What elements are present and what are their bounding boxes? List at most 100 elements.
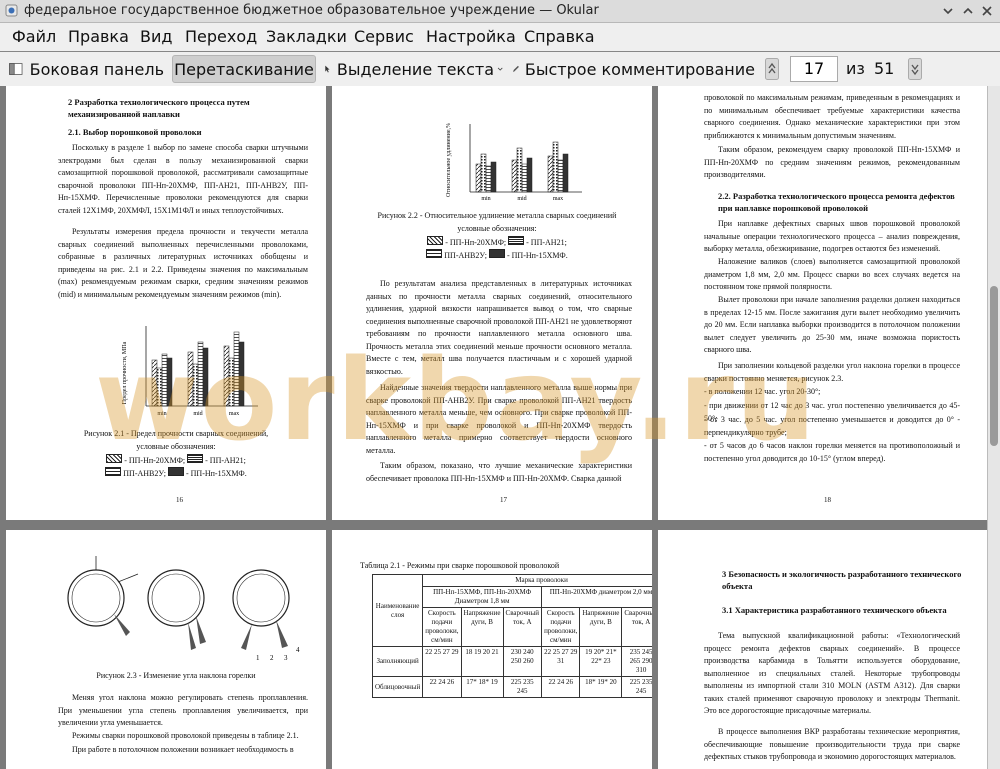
table-sub-current-1: Сварочный ток, А (502, 607, 543, 647)
page16-chart-cat-mid: mid (193, 411, 202, 417)
document-page-20: Таблица 2.1 - Режимы при сварке порошков… (332, 530, 652, 769)
chevron-down-icon[interactable] (497, 63, 503, 75)
document-page-19: 1 2 3 4 Рисунок 2.3 - Изменение угла нак… (6, 530, 326, 769)
drag-mode-button[interactable]: Перетаскивание (172, 55, 316, 83)
page16-strength-chart: Предел прочности, МПа min mid max (122, 326, 258, 417)
page16-caption-legend-title: условные обозначения: (136, 442, 216, 451)
table-sub-voltage-1: Напряжение дуги, В (460, 607, 504, 647)
page16-chart-cat-max: max (229, 411, 239, 417)
page16-para2: Результаты измерения предела прочности и… (58, 227, 308, 299)
pen-icon (513, 65, 520, 73)
cursor-arrow-icon (325, 65, 330, 73)
drag-mode-label: Перетаскивание (174, 59, 314, 79)
document-page-21: 3 Безопасность и экологичность разработа… (658, 530, 987, 769)
table-group2: ПП-Нп-20ХМФ диаметром 2,0 мм (541, 586, 652, 608)
page17-number: 17 (500, 496, 507, 504)
document-page-18: проволокой по максимальным режимам, прив… (658, 86, 987, 520)
table-sub-speed-1: Скорость подачи проволоки, см/мин (422, 607, 462, 647)
page19-fig-label-1: 1 (256, 654, 260, 662)
page19-torch-angle-figure: 1 2 3 4 (67, 556, 300, 662)
table-col-layer: Наименование слоя (371, 574, 424, 647)
sidebar-toggle-button[interactable]: Боковая панель (8, 55, 164, 83)
table-sub-speed-2: Скорость подачи проволоки, см/мин (541, 607, 581, 647)
quick-comment-button[interactable]: Быстрое комментирование (497, 55, 755, 83)
page19-fig-label-2: 2 (270, 654, 274, 662)
page19-fig-label-4: 4 (296, 646, 300, 654)
page16-para1: Поскольку в разделе 1 выбор по замене сп… (58, 143, 308, 215)
page-total: 51 (874, 59, 895, 78)
page16-subheading: 2.1. Выбор порошковой проволоки (68, 127, 202, 137)
document-viewport[interactable]: 2 Разработка технологического процесса п… (0, 86, 1000, 769)
page17-para3: Таким образом, показано, что лучшие меха… (366, 461, 632, 483)
page17-para2: Найденные значения твердости наплавленно… (366, 383, 632, 455)
page17-para1: По результатам анализа представленных в … (366, 279, 632, 376)
page21-para1: Тема выпускной квалификационной работы: … (704, 631, 960, 715)
page20-table-title: Таблица 2.1 - Режимы при сварке порошков… (360, 561, 560, 570)
close-icon[interactable] (979, 3, 995, 19)
table-row: Заполняющий 22 25 27 29 18 19 20 21 230 … (371, 646, 652, 677)
document-page-16: 2 Разработка технологического процесса п… (6, 86, 326, 520)
page17-chart-ylabel: Относительное удлинение,% (446, 123, 452, 197)
page18-para2: Таким образом, рекомендуем сварку провол… (704, 145, 960, 179)
page17-caption-legend-title: условные обозначения: (457, 224, 537, 233)
page18-item4: - от 5 часов до 6 часов наклон горелки м… (704, 441, 960, 463)
page18-para4: Наложение валиков (слоев) выполняется са… (704, 257, 960, 291)
page16-caption: Рисунок 2.1 - Предел прочности сварных с… (83, 429, 269, 438)
menu-bookmarks[interactable]: Закладки (266, 27, 347, 46)
menu-bar: Файл Правка Вид Переход Закладки Сервис … (0, 23, 1000, 51)
sidebar-icon (9, 63, 23, 75)
page21-subheading: 3.1 Характеристика разработанного технич… (722, 605, 947, 615)
minimize-icon[interactable] (940, 3, 956, 19)
menu-view[interactable]: Вид (140, 27, 172, 46)
quick-comment-label: Быстрое комментирование (524, 59, 755, 79)
page18-para5: Вылет проволоки при начале заполнения ра… (704, 295, 960, 354)
page17-chart-cat-max: max (553, 196, 563, 202)
page17-legend-row2: ПП-АНВ2У; - ПП-Нп-15ХМФ. (362, 249, 632, 262)
menu-settings[interactable]: Настройка (426, 27, 516, 46)
table-sub-voltage-2: Напряжение дуги, В (579, 607, 623, 647)
scrollbar-thumb[interactable] (990, 286, 998, 446)
page-number-input[interactable]: 17 (790, 56, 838, 82)
page19-para1: Меняя угол наклона можно регулировать ст… (58, 693, 308, 727)
menu-tools[interactable]: Сервис (354, 27, 414, 46)
maximize-icon[interactable] (960, 3, 976, 19)
page21-para2: В процессе выполнения ВКР разработаны те… (704, 727, 960, 761)
menu-help[interactable]: Справка (524, 27, 595, 46)
page18-para1: проволокой по максимальным режимам, прив… (704, 93, 960, 140)
page18-number: 18 (824, 496, 831, 504)
page17-chart-cat-mid: mid (517, 196, 526, 202)
window-title: федеральное государственное бюджетное об… (24, 3, 599, 18)
table-col-brand: Марка проволоки (422, 574, 652, 587)
page16-chart-bars (151, 331, 245, 407)
title-bar: федеральное государственное бюджетное об… (0, 0, 1000, 23)
page16-chart-ylabel: Предел прочности, МПа (122, 341, 128, 404)
page17-caption: Рисунок 2.2 - Относительное удлинение ме… (377, 211, 617, 220)
page18-para6: При заполнении кольцевой разделки угол н… (704, 361, 960, 383)
table-sub-current-2: Сварочный ток, А (621, 607, 652, 647)
menu-go[interactable]: Переход (185, 27, 257, 46)
page-of-label: из (846, 59, 865, 78)
next-page-icon[interactable] (908, 58, 922, 80)
page19-para3: При работе в потолочном положении возник… (72, 745, 294, 754)
page17-elongation-chart: Относительное удлинение,% min mid max (446, 123, 582, 202)
page19-para2: Режимы сварки порошковой проволокой прив… (72, 731, 299, 740)
text-select-button[interactable]: Выделение текста (324, 55, 494, 83)
sidebar-toggle-label: Боковая панель (29, 59, 164, 79)
page16-chart-cat-min: min (157, 411, 166, 417)
page16-legend-row1: - ПП-Нп-20ХМФ; - ПП-АН21; (46, 454, 306, 467)
page17-chart-bars (475, 141, 569, 193)
table-row: Облицовочный 22 24 26 17* 18* 19 225 235… (371, 676, 652, 698)
vertical-scrollbar[interactable] (987, 86, 1000, 769)
page18-item1: - в положении 12 час. угол 20-30°; (704, 387, 821, 396)
page20-modes-table: Наименование слоя Марка проволоки ПП-Нп-… (371, 574, 652, 698)
menu-edit[interactable]: Правка (68, 27, 129, 46)
document-page-17: Относительное удлинение,% min mid max Ри… (332, 86, 652, 520)
page19-caption: Рисунок 2.3 - Изменение угла наклона гор… (96, 671, 256, 680)
page18-heading: 2.2. Разработка технологического процесс… (718, 191, 955, 213)
menu-file[interactable]: Файл (12, 27, 56, 46)
page16-number: 16 (176, 496, 183, 504)
page16-legend-row2: ПП-АНВ2У; - ПП-Нп-15ХМФ. (46, 467, 306, 480)
page19-fig-label-3: 3 (284, 654, 288, 662)
page17-chart-cat-min: min (481, 196, 490, 202)
previous-page-icon[interactable] (765, 58, 779, 80)
